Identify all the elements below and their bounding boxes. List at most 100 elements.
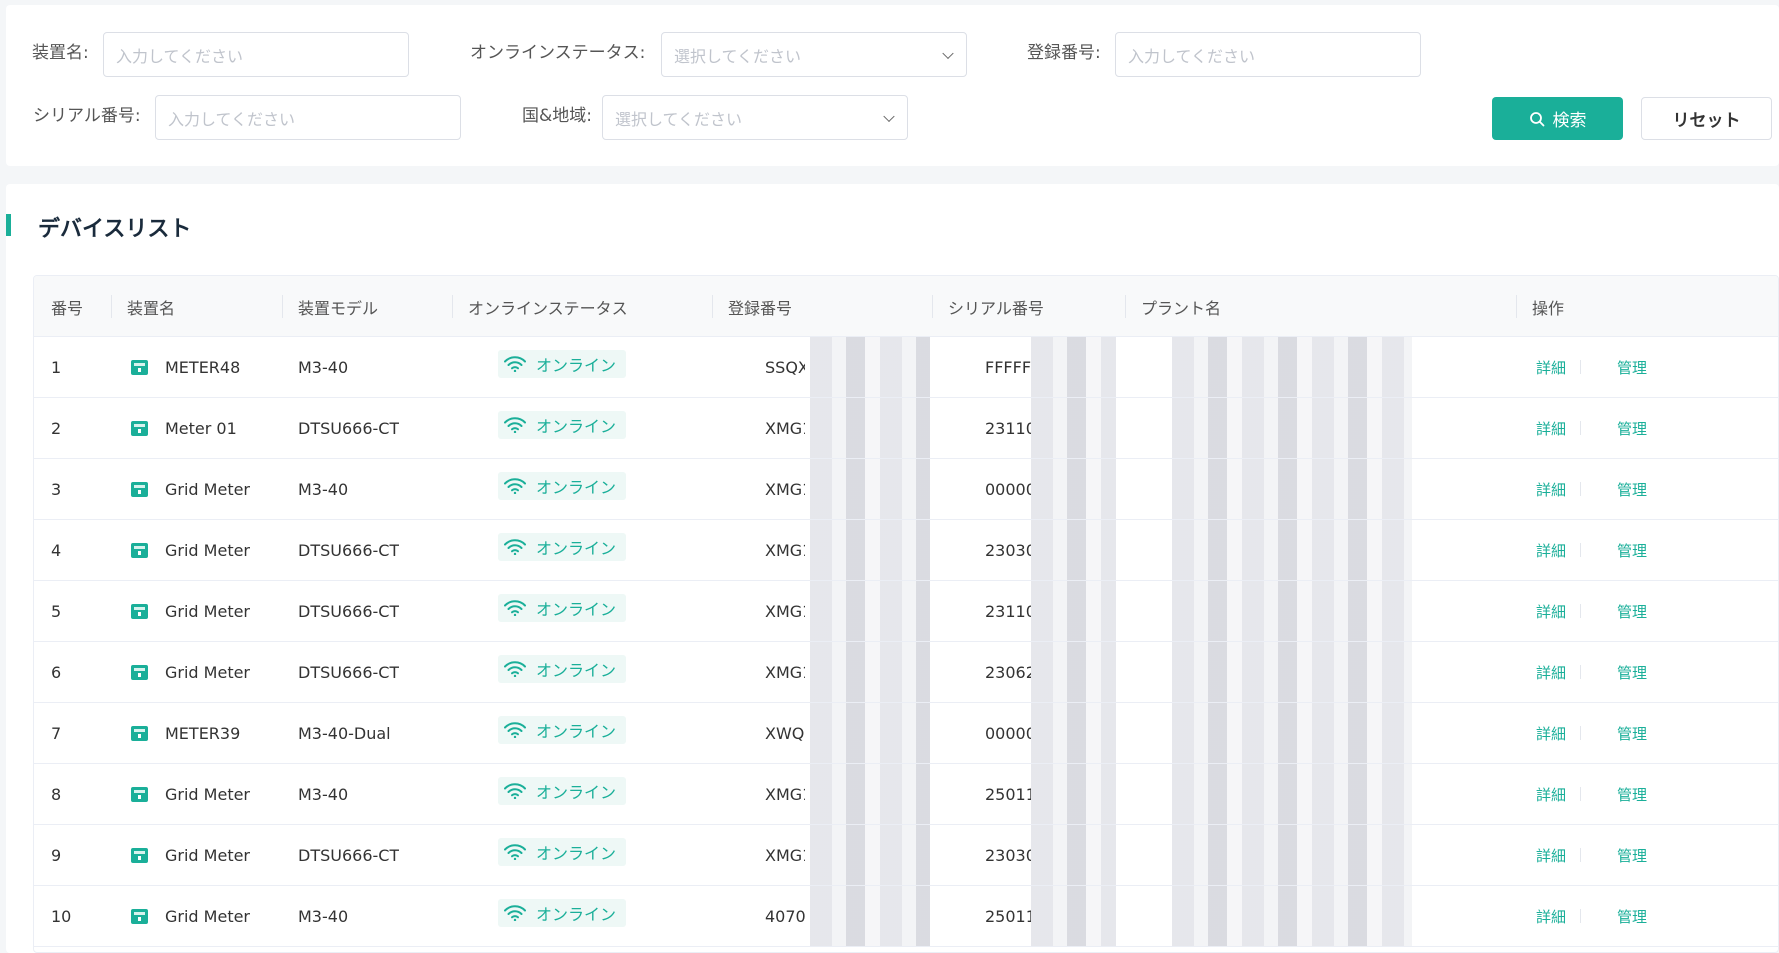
status-badge: オンライン [498, 533, 627, 561]
redacted-serial [1031, 581, 1116, 641]
table-row: 3 Grid Meter M3-40 オンライン XMG1(00000 詳細管理 [34, 459, 1778, 520]
model-cell: DTSU666-CT [298, 601, 400, 621]
device-name-cell: Grid Meter [131, 581, 250, 641]
redacted-registration [810, 581, 930, 641]
op-separator [1580, 726, 1581, 740]
redacted-plant-name [1172, 825, 1412, 885]
manage-link[interactable]: 管理 [1617, 581, 1647, 641]
manage-link[interactable]: 管理 [1617, 520, 1647, 580]
op-separator [1580, 543, 1581, 557]
status-badge: オンライン [498, 777, 627, 805]
online-status-select[interactable]: 選択してください [661, 32, 967, 77]
manage-link[interactable]: 管理 [1617, 337, 1647, 397]
registration-no-cell: XMG1( [765, 662, 805, 682]
redacted-registration [810, 703, 930, 763]
manage-link[interactable]: 管理 [1617, 459, 1647, 519]
serial-no-cell: 00000 [985, 723, 1031, 743]
serial-no-cell: 25011 [985, 784, 1031, 804]
detail-link[interactable]: 詳細 [1536, 703, 1566, 763]
device-name-cell: Grid Meter [131, 459, 250, 519]
manage-link[interactable]: 管理 [1617, 886, 1647, 946]
redacted-registration [810, 886, 930, 946]
serial-no-cell: 00000 [985, 479, 1031, 499]
redacted-plant-name [1172, 459, 1412, 519]
meter-icon [131, 908, 148, 924]
search-button[interactable]: 検索 [1492, 97, 1623, 140]
detail-link[interactable]: 詳細 [1536, 825, 1566, 885]
table-row: 10 Grid Meter M3-40 オンライン 40702 25011 詳細管理 [34, 886, 1778, 947]
wifi-icon [504, 478, 526, 494]
serial-no-cell: 23062 [985, 662, 1031, 682]
wifi-icon [504, 417, 526, 433]
row-number: 10 [51, 906, 72, 926]
country-region-select[interactable]: 選択してください [602, 95, 908, 140]
registration-no-cell: XMG1( [765, 418, 805, 438]
detail-link[interactable]: 詳細 [1536, 398, 1566, 458]
serial-no-input[interactable]: 入力してください [155, 95, 461, 140]
wifi-icon [504, 661, 526, 677]
registration-no-input[interactable]: 入力してください [1115, 32, 1421, 77]
model-cell: M3-40 [298, 479, 349, 499]
manage-link[interactable]: 管理 [1617, 764, 1647, 824]
online-status-label: オンラインステータス: [470, 43, 646, 63]
wifi-icon [504, 539, 526, 555]
detail-link[interactable]: 詳細 [1536, 764, 1566, 824]
redacted-serial [1031, 520, 1116, 580]
device-name-cell: Grid Meter [131, 642, 250, 702]
redacted-serial [1031, 337, 1116, 397]
detail-link[interactable]: 詳細 [1536, 459, 1566, 519]
detail-link[interactable]: 詳細 [1536, 642, 1566, 702]
device-name-cell: METER39 [131, 703, 240, 763]
status-cell: オンライン [498, 825, 627, 885]
status-cell: オンライン [498, 520, 627, 580]
registration-no-cell: XMG1( [765, 784, 805, 804]
redacted-registration [810, 642, 930, 702]
redacted-plant-name [1172, 520, 1412, 580]
reset-button[interactable]: リセット [1641, 97, 1772, 140]
manage-link[interactable]: 管理 [1617, 703, 1647, 763]
status-badge: オンライン [498, 350, 627, 378]
status-cell: オンライン [498, 337, 627, 397]
status-badge: オンライン [498, 594, 627, 622]
redacted-serial [1031, 825, 1116, 885]
device-name-cell: Grid Meter [131, 886, 250, 946]
manage-link[interactable]: 管理 [1617, 642, 1647, 702]
registration-no-label: 登録番号: [1027, 43, 1101, 63]
table-row: 1 METER48 M3-40 オンライン SSQXS FFFFF 詳細管理 [34, 337, 1778, 398]
table-row: 7 METER39 M3-40-Dual オンライン XWQM 00000 詳細管理 [34, 703, 1778, 764]
redacted-serial [1031, 764, 1116, 824]
status-badge: オンライン [498, 411, 627, 439]
table-row: 2 Meter 01 DTSU666-CT オンライン XMG1(23110 詳細管理 [34, 398, 1778, 459]
manage-link[interactable]: 管理 [1617, 398, 1647, 458]
row-number: 9 [51, 845, 62, 865]
detail-link[interactable]: 詳細 [1536, 886, 1566, 946]
row-number: 7 [51, 723, 62, 743]
wifi-icon [504, 722, 526, 738]
device-name-input[interactable]: 入力してください [103, 32, 409, 77]
serial-no-label: シリアル番号: [33, 106, 141, 126]
col-online-status: オンラインステータス [452, 276, 628, 337]
detail-link[interactable]: 詳細 [1536, 337, 1566, 397]
wifi-icon [504, 356, 526, 372]
serial-no-cell: 25011 [985, 906, 1031, 926]
meter-icon [131, 542, 148, 558]
detail-link[interactable]: 詳細 [1536, 581, 1566, 641]
redacted-plant-name [1172, 703, 1412, 763]
col-serial-no: シリアル番号 [932, 276, 1044, 337]
meter-icon [131, 725, 148, 741]
device-name-cell: Grid Meter [131, 764, 250, 824]
status-badge: オンライン [498, 716, 627, 744]
status-badge: オンライン [498, 899, 627, 927]
filter-panel: 装置名: 入力してください オンラインステータス: 選択してください 登録番号:… [6, 5, 1779, 166]
serial-no-cell: 23110 [985, 601, 1031, 621]
detail-link[interactable]: 詳細 [1536, 520, 1566, 580]
redacted-plant-name [1172, 886, 1412, 946]
col-registration-no: 登録番号 [712, 276, 792, 337]
op-separator [1580, 360, 1581, 374]
registration-no-cell: XWQM [765, 723, 805, 743]
op-separator [1580, 665, 1581, 679]
registration-no-cell: XMG1 [765, 845, 805, 865]
redacted-registration [810, 459, 930, 519]
device-table: 番号 装置名 装置モデル オンラインステータス 登録番号 シリアル番号 プラント… [33, 275, 1779, 953]
manage-link[interactable]: 管理 [1617, 825, 1647, 885]
